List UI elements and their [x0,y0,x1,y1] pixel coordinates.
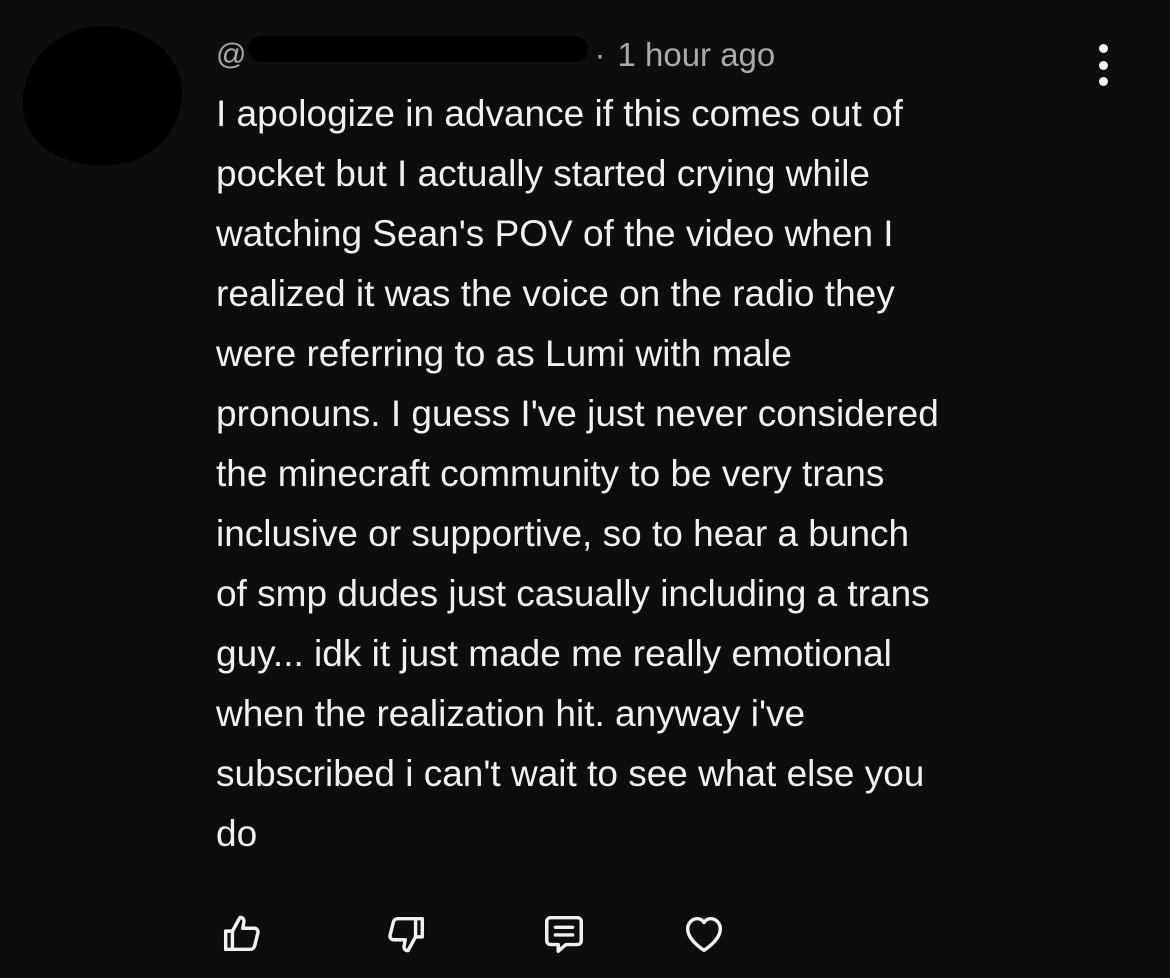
comment-line: were referring to as Lumi with male [216,333,792,374]
reply-icon [545,915,583,953]
comment-meta: @ · 1 hour ago [216,28,1076,82]
comment-actions [216,908,736,960]
comment-line: the minecraft community to be very trans [216,453,885,494]
comment-line: pocket but I actually started crying whi… [216,153,870,194]
comment-line: when the realization hit. anyway i've [216,693,806,734]
comment-line: subscribed i can't wait to see what else… [216,753,925,794]
heart-icon [685,916,723,953]
dislike-button[interactable] [380,908,432,960]
more-options-dot-icon [1098,44,1108,53]
comment-line: inclusive or supportive, so to hear a bu… [216,513,910,554]
heart-button[interactable] [678,908,730,960]
more-options-dot-icon [1098,60,1108,70]
like-button[interactable] [216,908,268,960]
comment-timestamp: 1 hour ago [617,36,776,73]
reply-button[interactable] [538,908,590,960]
thumbs-up-icon [223,915,260,952]
comment-line: pronouns. I guess I've just never consid… [216,393,939,434]
thumbs-down-icon [388,916,425,953]
more-options-button[interactable] [1088,44,1118,86]
comment-line: I apologize in advance if this comes out… [216,93,903,134]
comment-line: watching Sean's POV of the video when I [216,213,894,254]
avatar[interactable] [13,15,191,177]
comment-line: guy... idk it just made me really emotio… [216,633,892,674]
comment-line: realized it was the voice on the radio t… [216,273,895,314]
comment-body: I apologize in advance if this comes out… [216,84,1076,864]
comment: @ · 1 hour ago I apologize in advance if… [216,28,1076,864]
comment-line: of smp dudes just casually including a t… [216,573,930,614]
more-options-dot-icon [1098,77,1108,86]
author-handle[interactable]: @ [216,38,246,72]
meta-separator: · [594,36,606,73]
comment-line: do [216,813,258,854]
redacted-username [248,36,589,62]
